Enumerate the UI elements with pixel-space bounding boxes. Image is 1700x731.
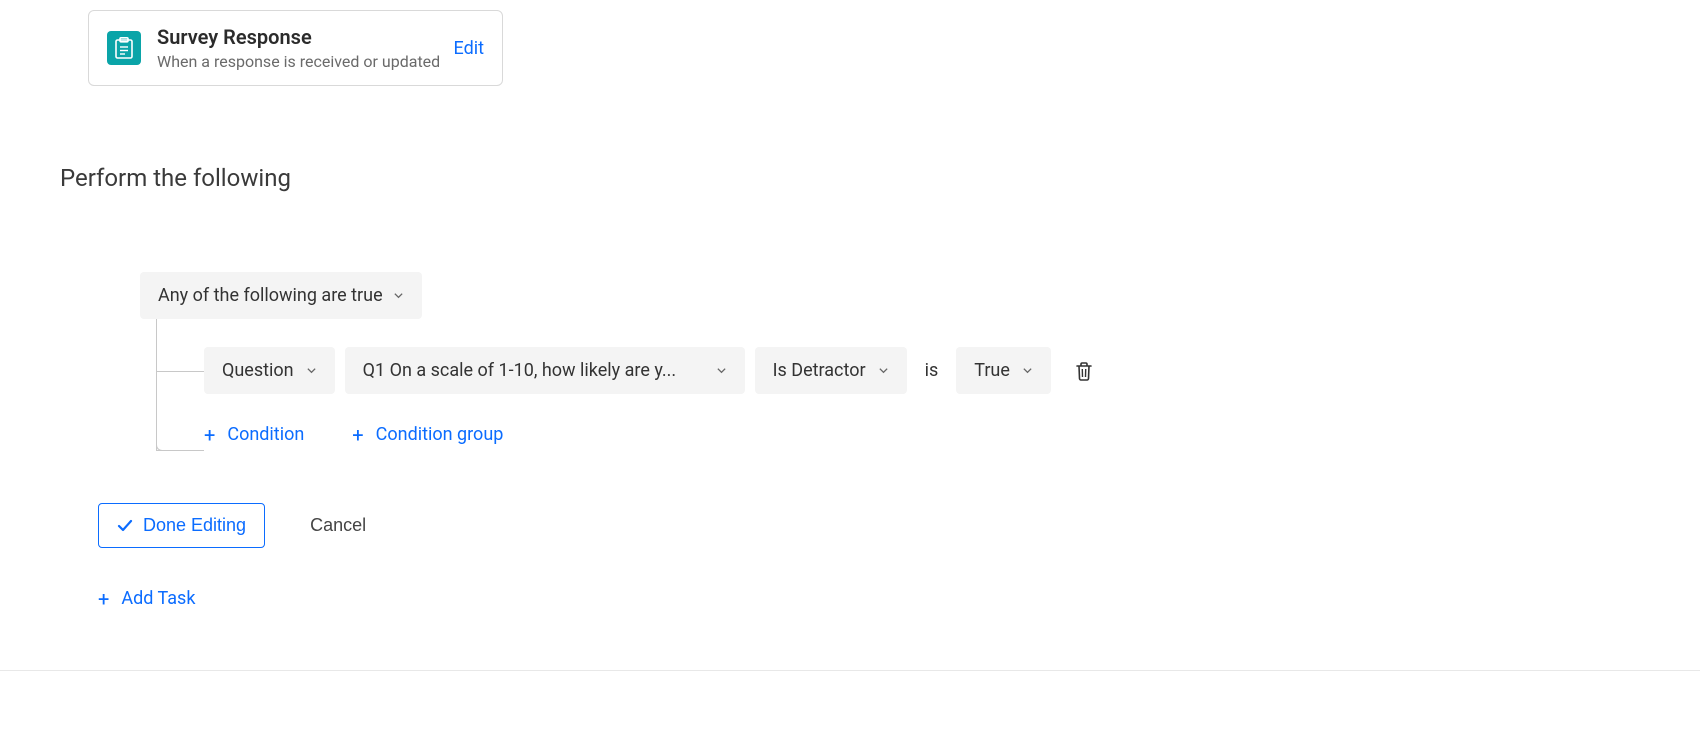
plus-icon: +: [204, 425, 215, 445]
logic-mode-selector[interactable]: Any of the following are true: [140, 272, 422, 319]
section-heading: Perform the following: [60, 164, 1640, 192]
field-type-label: Question: [222, 360, 294, 381]
add-condition-group-label: Condition group: [376, 424, 504, 445]
trigger-info: Survey Response When a response is recei…: [107, 25, 440, 71]
chevron-down-icon: [393, 290, 404, 301]
edit-trigger-link[interactable]: Edit: [454, 38, 484, 59]
add-condition-label: Condition: [227, 424, 304, 445]
question-selector[interactable]: Q1 On a scale of 1-10, how likely are y.…: [345, 347, 745, 394]
chevron-down-icon: [1022, 365, 1033, 376]
connector-line: [156, 319, 157, 371]
logic-mode-label: Any of the following are true: [158, 285, 383, 306]
add-task-button[interactable]: + Add Task: [98, 588, 195, 609]
condition-row: Question Q1 On a scale of 1-10, how like…: [204, 347, 1640, 394]
trash-icon: [1075, 361, 1093, 381]
chevron-down-icon: [716, 365, 727, 376]
plus-icon: +: [98, 589, 109, 609]
field-type-selector[interactable]: Question: [204, 347, 335, 394]
operator-label: Is Detractor: [773, 360, 866, 381]
trigger-subtitle: When a response is received or updated: [157, 52, 440, 71]
done-editing-label: Done Editing: [143, 515, 246, 536]
connector-word: is: [917, 360, 947, 381]
check-icon: [117, 519, 133, 533]
delete-condition-button[interactable]: [1075, 361, 1093, 381]
trigger-title: Survey Response: [157, 25, 440, 50]
cancel-button[interactable]: Cancel: [310, 515, 366, 536]
clipboard-icon: [107, 31, 141, 65]
conditions-block: Any of the following are true Question Q…: [140, 272, 1640, 445]
operator-selector[interactable]: Is Detractor: [755, 347, 907, 394]
trigger-card: Survey Response When a response is recei…: [88, 10, 503, 86]
value-selector[interactable]: True: [956, 347, 1051, 394]
add-condition-group-button[interactable]: + Condition group: [352, 424, 503, 445]
connector-line: [156, 371, 157, 451]
value-label: True: [974, 360, 1010, 381]
section-divider: [0, 670, 1700, 671]
chevron-down-icon: [306, 365, 317, 376]
connector-line: [156, 371, 204, 372]
plus-icon: +: [352, 425, 363, 445]
add-task-label: Add Task: [121, 588, 195, 609]
done-editing-button[interactable]: Done Editing: [98, 503, 265, 548]
add-condition-button[interactable]: + Condition: [204, 424, 304, 445]
chevron-down-icon: [878, 365, 889, 376]
question-label: Q1 On a scale of 1-10, how likely are y.…: [363, 360, 677, 381]
